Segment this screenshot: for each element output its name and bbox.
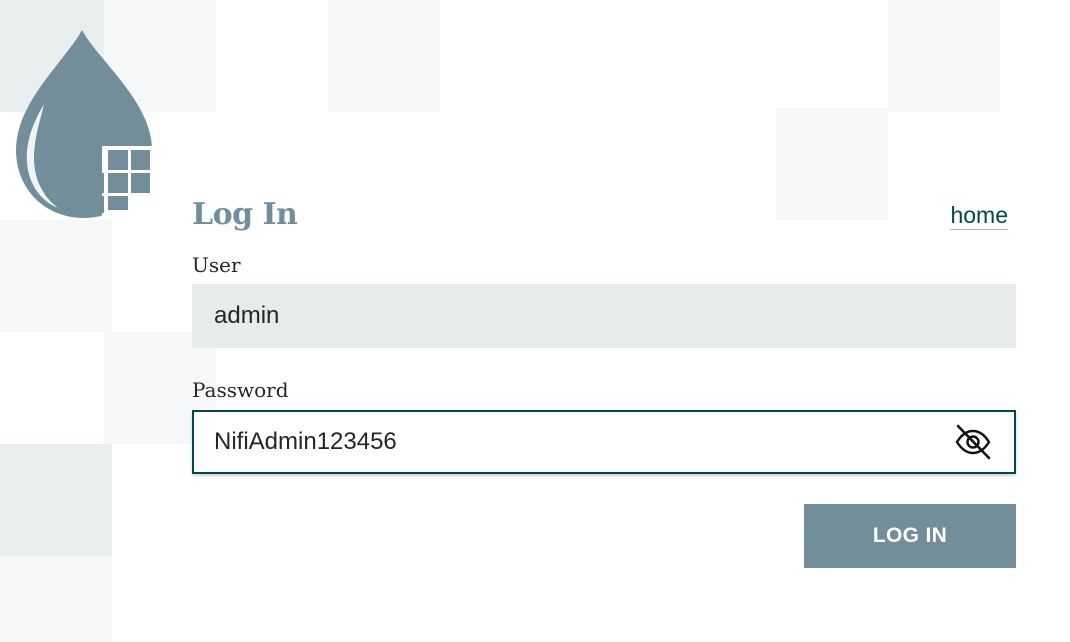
password-input[interactable]: [194, 412, 934, 472]
background-tile: [888, 0, 1000, 112]
password-label: Password: [192, 378, 289, 402]
background-tile: [328, 0, 440, 112]
background-tile: [0, 556, 112, 642]
background-tile: [0, 220, 112, 332]
user-input[interactable]: [192, 284, 1016, 348]
eye-slash-icon[interactable]: [954, 424, 992, 460]
home-link[interactable]: home: [950, 201, 1008, 230]
password-field: [192, 410, 1016, 474]
nifi-drop-logo-icon: [16, 30, 154, 220]
background-tile: [0, 444, 112, 556]
login-button[interactable]: LOG IN: [804, 504, 1016, 568]
user-label: User: [192, 253, 241, 277]
background-tile: [776, 108, 888, 220]
page-title: Log In: [192, 197, 298, 232]
